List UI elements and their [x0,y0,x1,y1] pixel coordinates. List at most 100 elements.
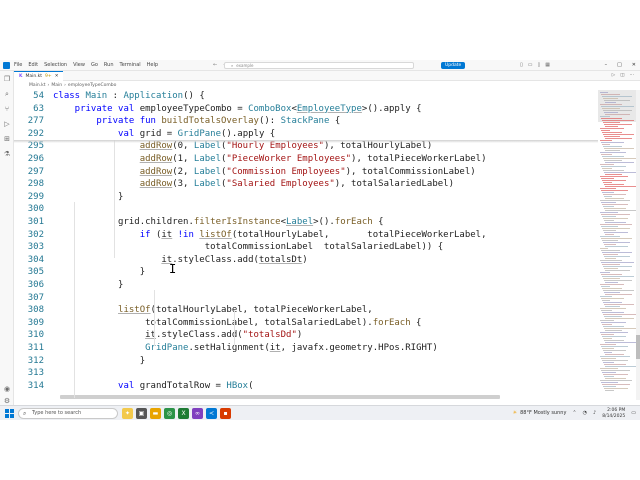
minimap-line [601,262,634,263]
code-line[interactable]: 304 it.styleClass.add(totalsDt) [14,254,598,267]
code-line[interactable]: 302 if (it !in listOf(totalHourlyLabel, … [14,229,598,242]
kotlin-file-icon: K [19,74,23,79]
menu-file[interactable]: File [14,62,22,69]
windows-start-icon[interactable] [5,409,14,418]
run-debug-icon[interactable]: ▷ [3,120,11,128]
code-line[interactable]: 296 addRow(1, Label("PieceWorker Employe… [14,153,598,166]
menu-go[interactable]: Go [91,62,98,69]
code-text: val grandTotalRow = HBox( [53,380,254,393]
minimap[interactable] [598,90,638,400]
code-line[interactable]: 309 totalCommissionLabel, totalSalariedL… [14,317,598,330]
search-icon[interactable]: ⌕ [3,90,11,98]
network-icon[interactable]: ◔ [583,407,587,420]
code-line[interactable]: 308 listOf(totalHourlyLabel, totalPieceW… [14,304,598,317]
code-editor[interactable]: 54 class Main : Application() {63 private… [14,90,598,400]
visual-studio-icon[interactable]: ∞ [192,408,203,419]
minimap-line [605,186,636,187]
breadcrumb-file[interactable]: Main.kt [29,82,46,90]
clock[interactable]: 2:06 PM 8/14/2025 [602,407,625,420]
command-center[interactable]: ⌕ example [224,62,414,69]
task-view-icon[interactable]: ▣ [136,408,147,419]
update-button[interactable]: Update [441,62,466,69]
code-line[interactable]: 297 addRow(2, Label("Commission Employee… [14,166,598,179]
sticky-code-line[interactable]: 54 class Main : Application() { [14,90,598,103]
minimap-line [601,358,616,359]
maximize-icon[interactable]: □ [617,62,622,69]
close-icon[interactable]: ✕ [632,62,636,69]
tray-chevron-up-icon[interactable]: ⌃ [572,407,576,420]
code-token: "Salaried Employees" [226,179,335,190]
vscode-taskbar-icon[interactable]: ≺ [206,408,217,419]
taskbar-search-box[interactable]: ⌕ Type here to search [18,408,118,419]
minimap-line [600,152,626,153]
account-icon[interactable]: ◉ [3,385,11,393]
minimap-line [605,258,616,259]
chrome-icon[interactable]: ◎ [164,408,175,419]
code-line[interactable]: 303 totalCommissionLabel totalSalariedLa… [14,241,598,254]
explorer-icon[interactable]: ❐ [3,75,11,83]
menu-help[interactable]: Help [147,62,158,69]
menu-edit[interactable]: Edit [28,62,38,69]
sticky-code-line[interactable]: 277 private fun buildTotalsOverlay(): St… [14,115,598,128]
code-token: "PieceWorker Employees" [226,154,352,164]
horizontal-scroll-thumb[interactable] [60,395,500,399]
editor-tab-bar: K Main.kt 9+ ✕ ▷ ◫ ⋯ [14,71,640,81]
customize-layout-icon[interactable]: ▦ [545,62,550,69]
minimap-line [601,334,614,335]
menu-selection[interactable]: Selection [44,62,67,69]
code-line[interactable]: 305 } [14,266,598,279]
more-actions-icon[interactable]: ⋯ [630,72,635,80]
minimap-line [602,372,616,373]
code-line[interactable]: 312 } [14,355,598,368]
file-explorer-icon[interactable]: ▬ [150,408,161,419]
manage-gear-icon[interactable]: ⚙ [3,397,11,405]
testing-icon[interactable]: ⚗ [3,150,11,158]
code-line[interactable]: 301 grid.children.filterIsInstance<Label… [14,216,598,229]
code-line[interactable]: 299 } [14,191,598,204]
extensions-icon[interactable]: ⊞ [3,135,11,143]
toggle-panel-icon[interactable]: ▭ [528,62,533,69]
code-line[interactable]: 306 } [14,279,598,292]
code-line[interactable]: 307 [14,292,598,305]
indent-guide [74,202,75,398]
editor-actions: ▷ ◫ ⋯ [612,72,634,80]
minimap-line [600,116,610,117]
source-control-icon[interactable]: ⑂ [3,105,11,113]
back-arrow-icon[interactable]: ← [213,62,217,69]
app-icon[interactable]: ▪ [220,408,231,419]
minimap-line [600,284,624,285]
code-line[interactable]: 300 [14,203,598,216]
menu-view[interactable]: View [73,62,85,69]
code-line[interactable]: 298 addRow(3, Label("Salaried Employees"… [14,178,598,191]
run-icon[interactable]: ▷ [612,72,615,80]
breadcrumb-symbol[interactable]: employeeTypeCombo [68,82,116,90]
code-text: if (it !in listOf(totalHourlyLabel, tota… [53,229,487,242]
taskbar-search-placeholder: Type here to search [32,410,82,416]
menu-terminal[interactable]: Terminal [120,62,141,69]
notification-center-icon[interactable]: ▭ [631,407,636,420]
code-line[interactable]: 310 it.styleClass.add("totalsDd") [14,329,598,342]
volume-icon[interactable]: ♪ [593,407,596,420]
minimap-line [604,136,620,137]
weather-widget[interactable]: ☀ 88°F Mostly sunny [513,407,567,420]
toggle-secondary-sidebar-icon[interactable]: ▯ [538,62,541,69]
minimize-icon[interactable]: – [605,62,608,69]
code-token: it [161,229,173,240]
code-text: it.styleClass.add(totalsDt) [53,254,307,267]
tab-close-icon[interactable]: ✕ [55,72,59,81]
sparkle-icon[interactable]: ✦ [122,408,133,419]
code-line[interactable]: 311 GridPane.setHalignment(it, javafx.ge… [14,342,598,355]
sticky-code-line[interactable]: 292 val grid = GridPane().apply { [14,127,598,141]
split-editor-icon[interactable]: ◫ [620,72,624,80]
vertical-scrollbar[interactable] [636,90,640,400]
tab-main-kt[interactable]: K Main.kt 9+ ✕ [14,71,64,81]
code-line[interactable]: 314 val grandTotalRow = HBox( [14,380,598,393]
menu-run[interactable]: Run [104,62,114,69]
vertical-scroll-thumb[interactable] [636,335,640,359]
breadcrumb-class[interactable]: Main [51,82,62,90]
minimap-line [603,230,616,231]
toggle-sidebar-icon[interactable]: ▯ [520,62,523,69]
excel-icon[interactable]: X [178,408,189,419]
code-line[interactable]: 313 [14,367,598,380]
sticky-code-line[interactable]: 63 private val employeeTypeCombo = Combo… [14,102,598,116]
